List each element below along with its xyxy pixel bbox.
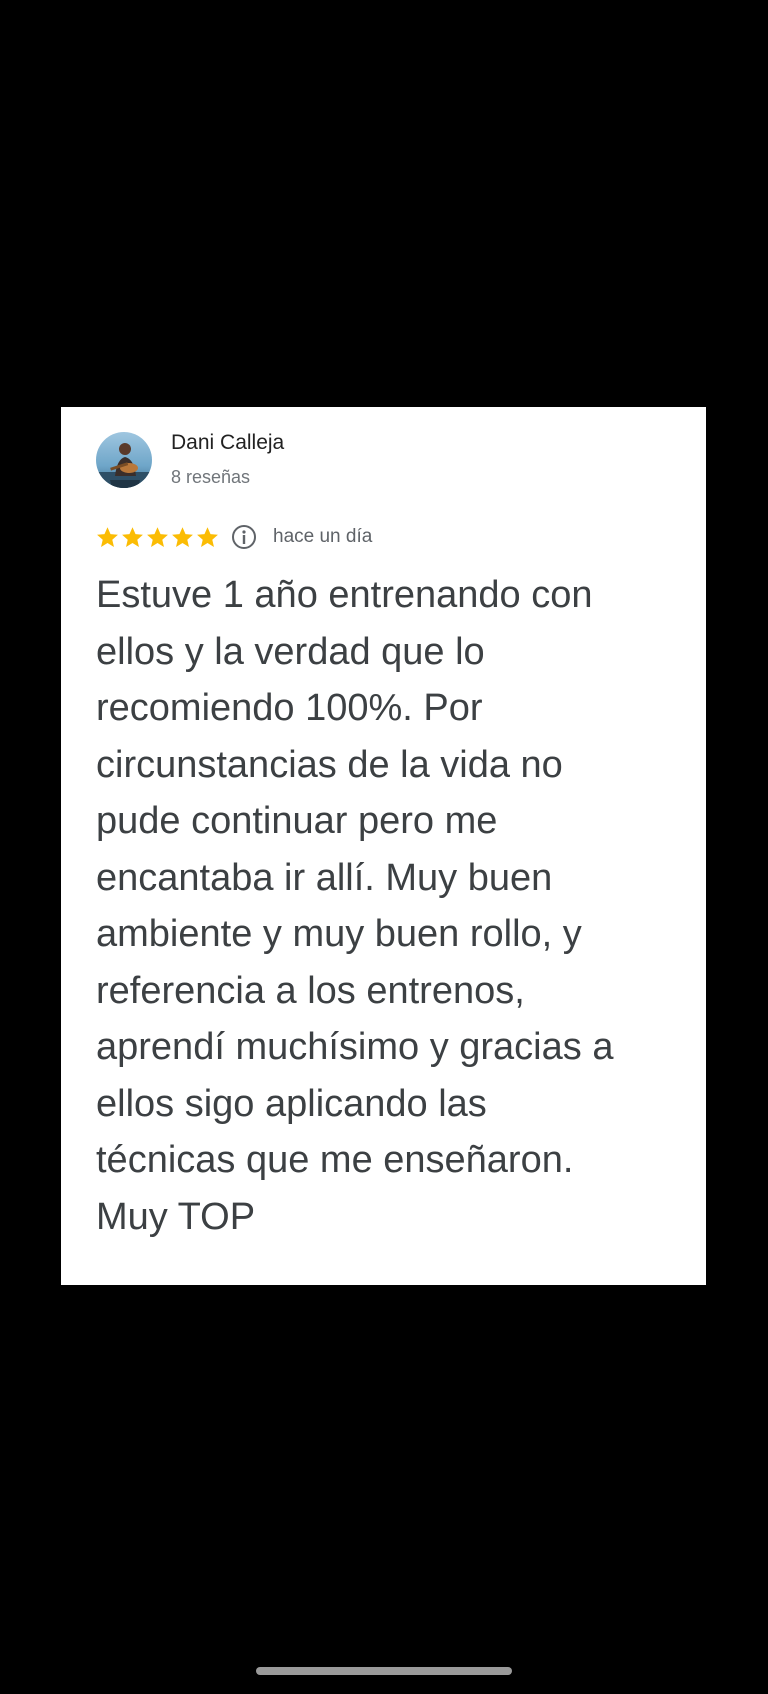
home-indicator[interactable]	[256, 1667, 512, 1675]
review-text-line: técnicas que me enseñaron.	[96, 1139, 574, 1181]
review-text-line: referencia a los entrenos,	[96, 969, 525, 1012]
star-icon	[172, 526, 193, 547]
rating-row: hace un día	[95, 523, 372, 551]
review-count: 8 reseñas	[171, 467, 251, 487]
review-text-line: Estuve 1 año entrenando con	[96, 574, 593, 616]
review-date: hace un día	[273, 526, 373, 547]
review-card: Dani Calleja 8 reseñas hace un día Estuv…	[61, 407, 706, 1285]
star-icon	[122, 526, 143, 547]
avatar-image	[96, 432, 152, 488]
review-text-line: pude continuar pero me	[96, 800, 498, 842]
review-text-line: ambiente y muy buen rollo, y	[96, 913, 582, 955]
star-icon	[97, 526, 118, 547]
avatar[interactable]	[96, 432, 152, 488]
star-rating	[95, 525, 220, 550]
reviewer-name[interactable]: Dani Calleja	[171, 431, 284, 455]
review-text-line: encantaba ir allí. Muy buen	[96, 856, 553, 899]
star-icon	[147, 526, 168, 547]
review-text-line: ellos y la verdad que lo	[96, 630, 485, 673]
review-text: Estuve 1 año entrenando con ellos y la ve…	[96, 567, 686, 1245]
review-text-line: circunstancias de la vida no	[96, 743, 563, 786]
review-text-line: ellos sigo aplicando las	[96, 1082, 487, 1125]
review-text-line: aprendí muchísimo y gracias a	[96, 1026, 614, 1068]
review-text-line: recomiendo 100%. Por	[96, 687, 483, 729]
star-icon	[197, 526, 218, 547]
review-text-line: Muy TOP	[96, 1195, 256, 1238]
info-icon[interactable]	[231, 524, 257, 550]
